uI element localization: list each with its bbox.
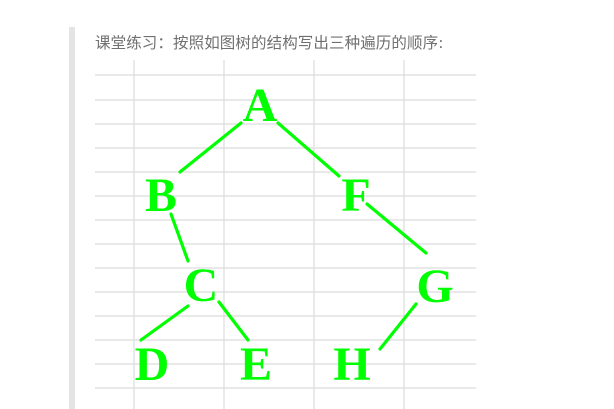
node-h: H bbox=[333, 338, 370, 391]
node-b: B bbox=[145, 169, 177, 222]
edge-g-h bbox=[378, 302, 418, 351]
node-a: A bbox=[243, 79, 278, 132]
node-c: C bbox=[184, 259, 219, 312]
edge-f-g bbox=[365, 202, 428, 255]
edge-c-d bbox=[139, 304, 190, 342]
tree-figure: A B F C G D E H bbox=[95, 60, 476, 409]
edge-c-e bbox=[217, 300, 250, 342]
node-e: E bbox=[240, 338, 272, 391]
node-g: G bbox=[416, 260, 453, 313]
node-f: F bbox=[341, 169, 370, 222]
page: 课堂练习：按照如图树的结构写出三种遍历的顺序: A B F C G D E H bbox=[0, 0, 614, 409]
edge-a-f bbox=[276, 121, 341, 178]
tree-edges bbox=[139, 121, 428, 351]
node-d: D bbox=[135, 338, 170, 391]
